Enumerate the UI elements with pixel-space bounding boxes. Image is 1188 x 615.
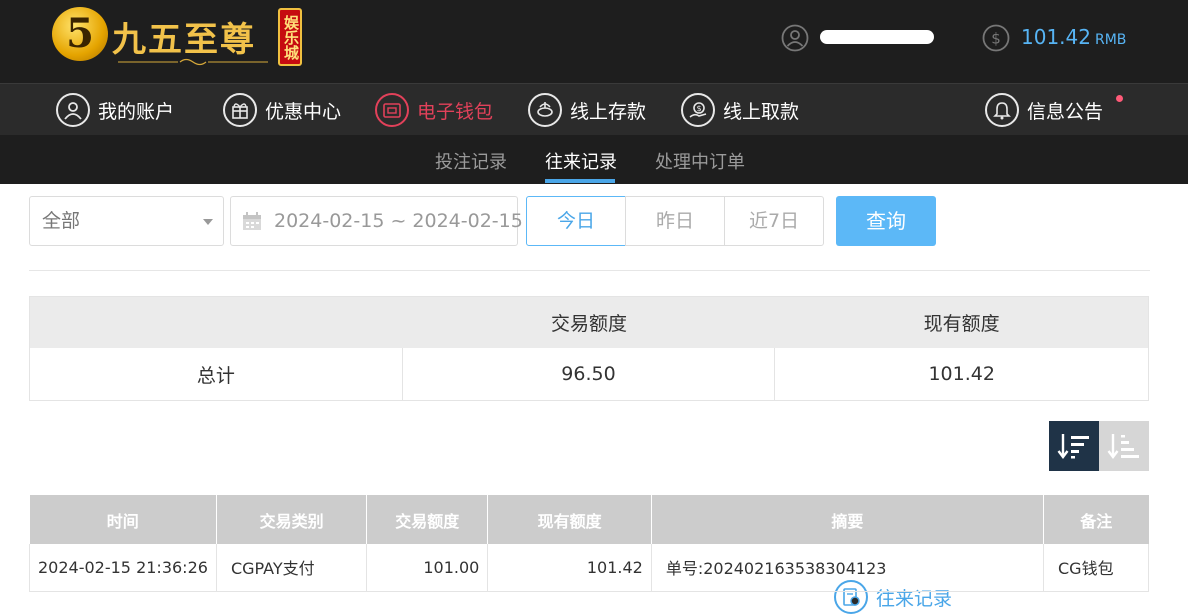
cell-balance: 101.42 bbox=[487, 544, 652, 592]
svg-text:$: $ bbox=[991, 30, 1001, 48]
col-note: 备注 bbox=[1043, 495, 1149, 544]
main-nav: 我的账户 优惠中心 电子钱包 线上存款 $ 线上取款 往来记录 信息公告 bbox=[0, 83, 1188, 614]
type-select-value: 全部 bbox=[42, 210, 81, 232]
quick-7days-button[interactable]: 近7日 bbox=[724, 196, 824, 246]
table-row: 2024-02-15 21:36:26 CGPAY支付 101.00 101.4… bbox=[29, 544, 1149, 592]
cell-note: CG钱包 bbox=[1043, 544, 1149, 592]
col-summary: 摘要 bbox=[651, 495, 1045, 544]
nav-label: 线上取款 bbox=[723, 100, 800, 123]
col-type: 交易类别 bbox=[216, 495, 368, 544]
user-icon[interactable] bbox=[781, 24, 809, 52]
redaction-mark bbox=[820, 30, 934, 44]
logo-ornament bbox=[118, 58, 268, 66]
svg-text:$: $ bbox=[696, 104, 701, 113]
nav-label: 线上存款 bbox=[570, 100, 647, 123]
active-tab-indicator bbox=[545, 179, 615, 183]
date-range-value: 2024-02-15 ~ 2024-02-15 bbox=[274, 210, 523, 232]
nav-online-deposit[interactable]: 线上存款 bbox=[528, 92, 646, 128]
cell-time: 2024-02-15 21:36:26 bbox=[29, 544, 217, 592]
summary-header-amount: 交易额度 bbox=[551, 313, 628, 335]
sub-nav: 投注记录 往来记录 处理中订单 bbox=[0, 135, 1188, 184]
dollar-icon: $ bbox=[982, 24, 1010, 52]
nav-label: 信息公告 bbox=[1027, 100, 1104, 123]
summary-total-balance: 101.42 bbox=[928, 363, 995, 385]
username-redacted[interactable] bbox=[820, 28, 936, 48]
col-time: 时间 bbox=[29, 495, 217, 544]
logo-mark: 5 bbox=[52, 7, 108, 61]
nav-promotions[interactable]: 优惠中心 bbox=[223, 92, 341, 128]
balance-display: 101.42 RMB bbox=[1021, 25, 1126, 49]
quick-today-button[interactable]: 今日 bbox=[526, 196, 626, 246]
withdraw-icon: $ bbox=[681, 93, 715, 127]
summary-total-label: 总计 bbox=[30, 348, 403, 400]
divider bbox=[29, 270, 1150, 271]
query-button[interactable]: 查询 bbox=[836, 196, 936, 246]
logo-badge: 娱乐城 bbox=[278, 8, 302, 66]
wallet-icon bbox=[375, 93, 409, 127]
nav-label: 我的账户 bbox=[98, 100, 175, 123]
notification-dot bbox=[1116, 95, 1123, 102]
nav-announcements[interactable]: 信息公告 bbox=[985, 92, 1103, 128]
sort-ascending-button[interactable] bbox=[1099, 421, 1149, 471]
records-table: 时间 交易类别 交易额度 现有额度 摘要 备注 2024-02-15 21:36… bbox=[29, 495, 1149, 592]
deposit-icon bbox=[528, 93, 562, 127]
type-select[interactable]: 全部 bbox=[29, 196, 224, 246]
subtab-pending-orders[interactable]: 处理中订单 bbox=[655, 148, 745, 174]
top-header: 5 九五至尊 娱乐城 $ 101.42 RMB bbox=[0, 0, 1188, 83]
bell-icon bbox=[985, 93, 1019, 127]
quick-yesterday-button[interactable]: 昨日 bbox=[625, 196, 725, 246]
summary-table: 交易额度 现有额度 总计 96.50 101.42 bbox=[29, 296, 1149, 401]
chevron-down-icon bbox=[203, 219, 213, 225]
summary-header-balance: 现有额度 bbox=[923, 313, 1000, 335]
user-icon bbox=[56, 93, 90, 127]
nav-label: 电子钱包 bbox=[417, 100, 494, 123]
summary-header: 交易额度 现有额度 bbox=[30, 297, 1148, 348]
col-balance: 现有额度 bbox=[487, 495, 652, 544]
nav-online-withdraw[interactable]: $ 线上取款 bbox=[681, 92, 799, 128]
sort-descending-icon bbox=[1057, 434, 1089, 459]
site-logo[interactable]: 5 九五至尊 娱乐城 bbox=[52, 6, 304, 70]
gift-icon bbox=[223, 93, 257, 127]
col-amount: 交易额度 bbox=[366, 495, 489, 544]
records-header-row: 时间 交易类别 交易额度 现有额度 摘要 备注 bbox=[29, 495, 1149, 544]
cell-amount: 101.00 bbox=[366, 544, 489, 592]
subtab-transaction-records[interactable]: 往来记录 bbox=[545, 148, 617, 174]
sort-ascending-icon bbox=[1107, 434, 1139, 459]
cell-type: CGPAY支付 bbox=[216, 544, 368, 592]
balance-unit: RMB bbox=[1094, 32, 1127, 48]
balance-value: 101.42 bbox=[1021, 25, 1091, 49]
nav-label: 优惠中心 bbox=[265, 100, 342, 123]
calendar-icon bbox=[243, 212, 261, 230]
sort-descending-button[interactable] bbox=[1049, 421, 1099, 471]
summary-row: 总计 96.50 101.42 bbox=[30, 348, 1148, 400]
nav-e-wallet[interactable]: 电子钱包 bbox=[375, 92, 493, 128]
date-range-input[interactable]: 2024-02-15 ~ 2024-02-15 bbox=[230, 196, 523, 246]
summary-header-cell bbox=[30, 297, 403, 348]
nav-my-account[interactable]: 我的账户 bbox=[56, 92, 174, 128]
cell-summary: 单号:202402163538304123 bbox=[651, 544, 1045, 592]
subtab-bet-records[interactable]: 投注记录 bbox=[435, 148, 507, 174]
logo-text: 九五至尊 bbox=[112, 20, 256, 60]
summary-total-amount: 96.50 bbox=[403, 348, 776, 400]
